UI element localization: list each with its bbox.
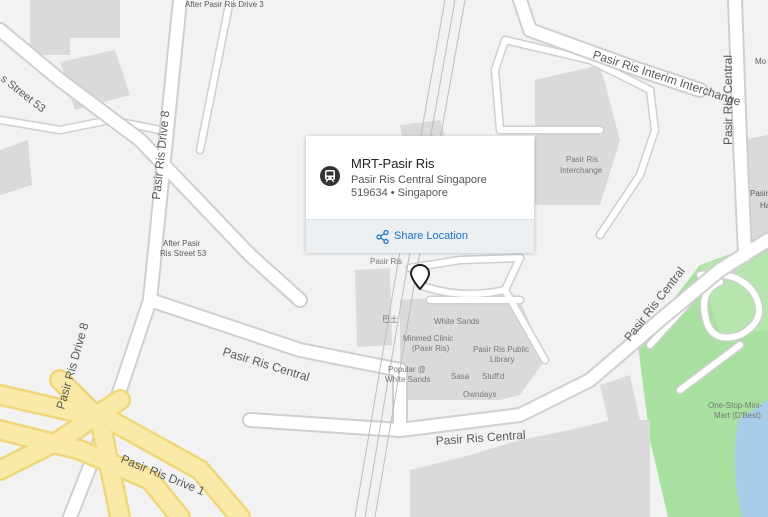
share-location-button[interactable]: Share Location xyxy=(306,219,534,253)
location-pin-icon[interactable] xyxy=(409,264,431,290)
poi-minmed-line2: (Pasir Ris) xyxy=(412,344,450,353)
share-location-label: Share Location xyxy=(394,230,468,242)
poi-interchange-line1: Pasir Ris xyxy=(566,155,598,164)
poi-library-line1: Pasir Ris Public xyxy=(473,345,529,354)
popup-address-line2: 519634 • Singapore xyxy=(351,187,448,199)
label-mo-partial: Mo xyxy=(755,57,767,66)
poi-owndays: Owndays xyxy=(463,390,496,399)
label-ha-partial: Ha xyxy=(760,201,768,210)
popup-title: MRT-Pasir Ris xyxy=(351,156,435,171)
label-after-street-53-line2: Ris Street 53 xyxy=(160,249,207,258)
poi-pasir-ris-station: Pasir Ris xyxy=(370,257,402,266)
poi-stuffd: Stuff'd xyxy=(482,372,504,381)
poi-popular-line2: White Sands xyxy=(385,375,430,384)
label-after-drive-3-line1: After Pasir Ris Drive 3 xyxy=(185,0,264,9)
poi-interchange-line2: Interchange xyxy=(560,166,603,175)
poi-library-line2: Library xyxy=(490,355,514,364)
poi-popular-line1: Popular @ xyxy=(388,365,426,374)
label-after-street-53-line1: After Pasir xyxy=(163,239,201,248)
train-icon xyxy=(320,166,340,186)
popup-address-line1: Pasir Ris Central Singapore xyxy=(351,174,487,186)
poi-chinese-label: 巴士 xyxy=(382,314,398,324)
poi-minmed-line1: Minmed Clinic xyxy=(403,334,453,343)
poi-one-stop-line2: Mart (D'Best) xyxy=(714,411,761,420)
map-canvas[interactable]: Pasir Ris Drive 8 Pasir Ris Drive 8 s St… xyxy=(0,0,768,517)
poi-one-stop-line1: One-Stop-Mini- xyxy=(708,401,763,410)
label-pasir-ris-central-vertical: Pasir Ris Central xyxy=(721,55,735,145)
poi-white-sands: White Sands xyxy=(434,317,479,326)
poi-sasa: Sasa xyxy=(451,372,470,381)
label-pasir-partial: Pasir xyxy=(750,189,768,198)
popup-details: MRT-Pasir Ris Pasir Ris Central Singapor… xyxy=(306,136,534,219)
share-icon xyxy=(376,230,389,244)
location-popup: MRT-Pasir Ris Pasir Ris Central Singapor… xyxy=(306,136,534,253)
